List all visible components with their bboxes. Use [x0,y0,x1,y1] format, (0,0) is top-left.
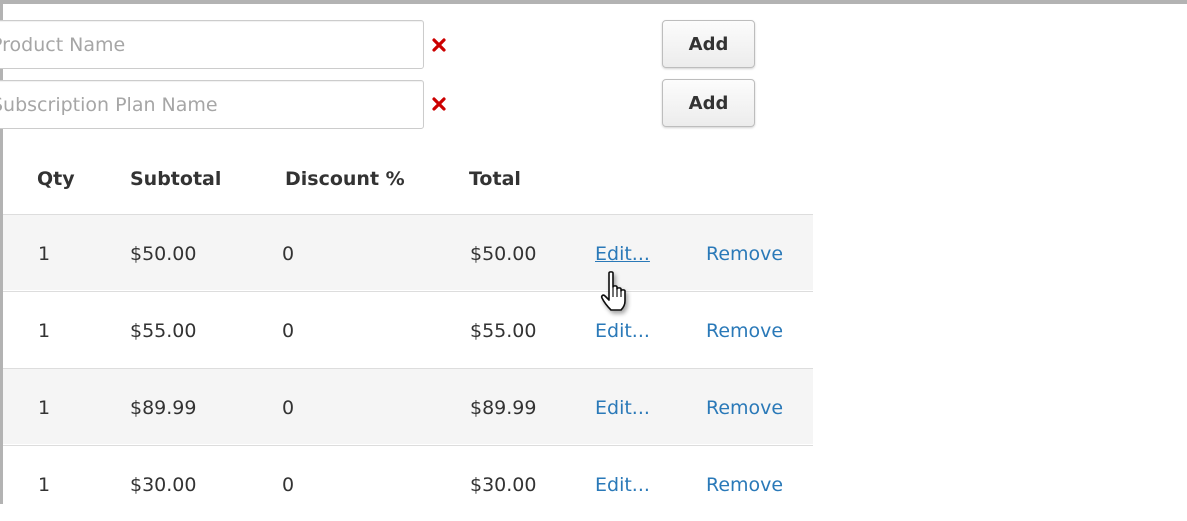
clear-plan-icon[interactable] [432,97,446,111]
clear-product-icon[interactable] [432,38,446,52]
remove-link[interactable]: Remove [706,397,783,419]
table-row: 1 $89.99 0 $89.99 Edit... Remove [3,368,813,444]
edit-link[interactable]: Edit... [595,474,650,496]
cell-discount: 0 [282,474,295,496]
cell-qty: 1 [38,320,51,342]
remove-link[interactable]: Remove [706,243,783,265]
window-top-border [0,0,1187,4]
table-row: 1 $30.00 0 $30.00 Edit... Remove [3,445,813,521]
add-product-button[interactable]: Add [662,20,755,68]
cell-qty: 1 [38,474,51,496]
cell-discount: 0 [282,397,295,419]
cell-qty: 1 [38,397,51,419]
header-discount: Discount % [285,168,405,190]
header-total: Total [469,168,521,190]
cell-subtotal: $89.99 [130,397,197,419]
cell-subtotal: $30.00 [130,474,197,496]
cell-total: $30.00 [470,474,537,496]
cell-total: $50.00 [470,243,537,265]
header-qty: Qty [37,168,75,190]
product-name-input[interactable] [0,20,424,69]
cell-discount: 0 [282,320,295,342]
edit-link[interactable]: Edit... [595,320,650,342]
cell-total: $55.00 [470,320,537,342]
hand-cursor-icon [600,271,626,311]
cell-subtotal: $50.00 [130,243,197,265]
table-row: 1 $55.00 0 $55.00 Edit... Remove [3,291,813,367]
header-subtotal: Subtotal [130,168,222,190]
add-plan-button[interactable]: Add [662,79,755,127]
remove-link[interactable]: Remove [706,474,783,496]
cell-total: $89.99 [470,397,537,419]
edit-link[interactable]: Edit... [595,243,650,265]
cell-qty: 1 [38,243,51,265]
table-row: 1 $50.00 0 $50.00 Edit... Remove [3,214,813,290]
remove-link[interactable]: Remove [706,320,783,342]
subscription-plan-input[interactable] [0,80,424,129]
cell-discount: 0 [282,243,295,265]
edit-link[interactable]: Edit... [595,397,650,419]
cell-subtotal: $55.00 [130,320,197,342]
